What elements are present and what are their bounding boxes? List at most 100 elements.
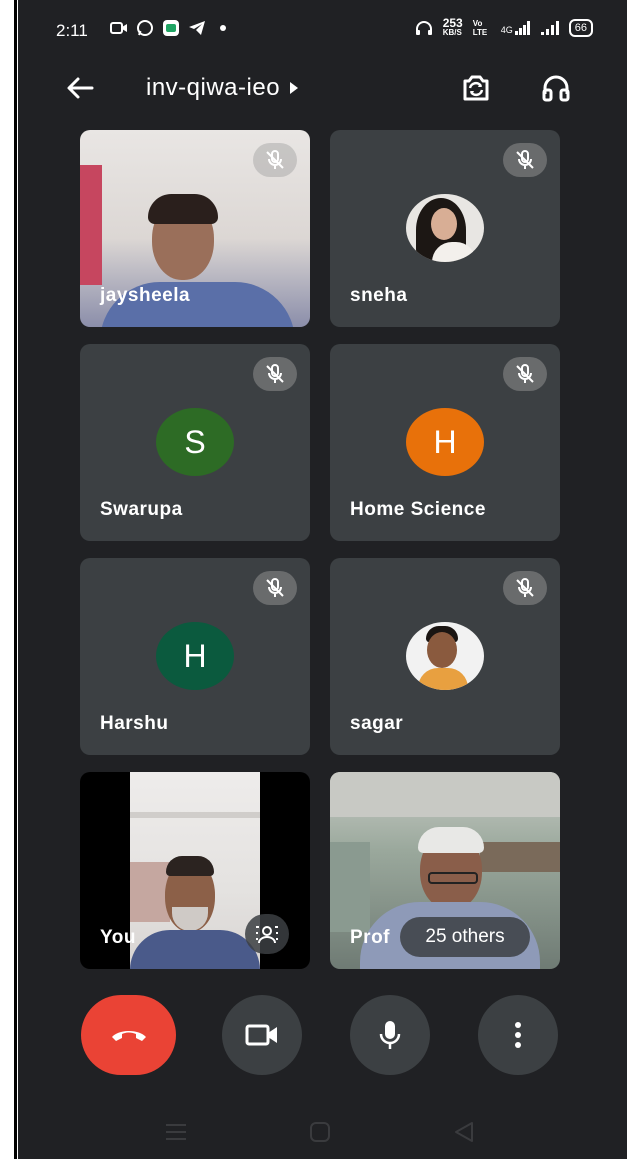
home-icon — [310, 1122, 330, 1142]
mic-off-icon — [266, 364, 284, 383]
participant-name: You — [100, 927, 136, 948]
wall-shelf — [130, 812, 260, 818]
participant-tile-prof[interactable]: Prof 25 others — [330, 772, 560, 969]
mic-off-icon — [516, 364, 534, 383]
network-type-label: 4G — [500, 25, 513, 35]
recents-icon — [166, 1124, 186, 1140]
participant-tile-home-science[interactable]: H Home Science — [330, 344, 560, 541]
back-arrow-icon — [67, 77, 94, 99]
status-right-icons: 253 KB/S Vo LTE 4G 66 — [415, 16, 593, 37]
chat-app-icon — [162, 19, 180, 37]
network-speed-unit: KB/S — [442, 28, 462, 37]
battery-indicator: 66 — [568, 19, 593, 37]
nav-back-button[interactable] — [449, 1119, 479, 1145]
signal-icon-2 — [540, 19, 559, 37]
phone-hangup-icon — [111, 1031, 146, 1041]
status-time: 2:11 — [56, 21, 88, 40]
participant-tile-swarupa[interactable]: S Swarupa — [80, 344, 310, 541]
microphone-toggle-button[interactable] — [350, 995, 430, 1075]
more-vert-icon — [515, 1022, 521, 1048]
participant-tile-you[interactable]: You — [80, 772, 310, 969]
person-glasses — [428, 872, 478, 884]
nav-recents-button[interactable] — [161, 1119, 191, 1145]
others-chip[interactable]: 25 others — [400, 917, 530, 957]
ceiling — [330, 772, 560, 817]
participant-tile-sneha[interactable]: sneha — [330, 130, 560, 327]
whatsapp-icon — [136, 19, 154, 37]
participant-name: sagar — [350, 713, 404, 734]
avatar: H — [156, 622, 234, 690]
avatar-letter: H — [433, 423, 457, 460]
effects-button[interactable] — [245, 914, 289, 954]
mic-off-icon — [516, 150, 534, 169]
microphone-icon — [379, 1021, 401, 1049]
effects-icon — [256, 926, 278, 944]
volte-label: Vo LTE — [472, 19, 488, 37]
person-hair — [166, 856, 214, 876]
nav-home-button[interactable] — [305, 1119, 335, 1145]
audio-output-button[interactable] — [536, 68, 576, 108]
headphones-icon — [542, 75, 570, 102]
person-body — [130, 930, 260, 969]
participant-name: sneha — [350, 285, 408, 306]
video-notification-icon — [110, 19, 128, 37]
participant-name: Harshu — [100, 713, 169, 734]
status-bar: 2:11 253 KB/S Vo LTE 4G 66 — [18, 0, 627, 60]
mute-indicator — [253, 143, 297, 177]
avatar-letter: S — [184, 423, 206, 460]
flip-camera-icon — [463, 75, 489, 101]
avatar-body — [418, 668, 468, 690]
mute-indicator — [253, 357, 297, 391]
leave-call-button[interactable] — [81, 995, 176, 1075]
headset-status-icon — [415, 19, 433, 37]
telegram-icon — [188, 19, 206, 37]
back-button[interactable] — [62, 70, 98, 106]
network-type: 4G — [501, 21, 531, 35]
avatar-letter: H — [183, 637, 207, 674]
avatar — [406, 622, 484, 690]
participant-name: Prof — [350, 927, 390, 948]
wall-poster — [80, 165, 102, 285]
caret-right-icon — [290, 82, 299, 94]
mute-indicator — [503, 571, 547, 605]
mic-off-icon — [266, 150, 284, 169]
system-navigation-bar — [18, 1105, 627, 1159]
participant-tile-harshu[interactable]: H Harshu — [80, 558, 310, 755]
back-triangle-icon — [455, 1122, 473, 1142]
signal-icon-1 — [514, 21, 530, 35]
meeting-header: inv-qiwa-ieo — [18, 60, 627, 116]
window — [330, 842, 370, 932]
screen-edge — [14, 0, 17, 1159]
participant-tile-sagar[interactable]: sagar — [330, 558, 560, 755]
shelf — [480, 842, 560, 872]
wall-poster — [130, 862, 170, 922]
mute-indicator — [253, 571, 297, 605]
participant-name: Home Science — [350, 499, 486, 520]
avatar-face — [431, 208, 457, 240]
mic-off-icon — [516, 578, 534, 597]
avatar: S — [156, 408, 234, 476]
person-hair — [418, 827, 484, 853]
meeting-title[interactable]: inv-qiwa-ieo — [146, 74, 299, 102]
mic-off-icon — [266, 578, 284, 597]
participant-name: jaysheela — [100, 285, 191, 306]
mute-indicator — [503, 357, 547, 391]
dot-icon — [214, 19, 232, 37]
participant-tile-jaysheela[interactable]: jaysheela — [80, 130, 310, 327]
others-count: 25 others — [425, 926, 505, 947]
video-camera-icon — [245, 1024, 277, 1046]
status-left-icons — [110, 19, 232, 37]
more-options-button[interactable] — [478, 995, 558, 1075]
flip-camera-button[interactable] — [456, 68, 496, 108]
mute-indicator — [503, 143, 547, 177]
network-speed: 253 KB/S — [442, 16, 463, 37]
person-hair — [148, 194, 218, 224]
camera-toggle-button[interactable] — [222, 995, 302, 1075]
avatar: H — [406, 408, 484, 476]
avatar-face — [427, 632, 457, 668]
avatar — [406, 194, 484, 262]
meeting-code: inv-qiwa-ieo — [146, 74, 281, 101]
network-speed-value: 253 — [442, 16, 463, 30]
self-video-feed — [130, 772, 260, 969]
meet-screen: 2:11 253 KB/S Vo LTE 4G 66 inv-qiwa-ieo … — [18, 0, 627, 1159]
